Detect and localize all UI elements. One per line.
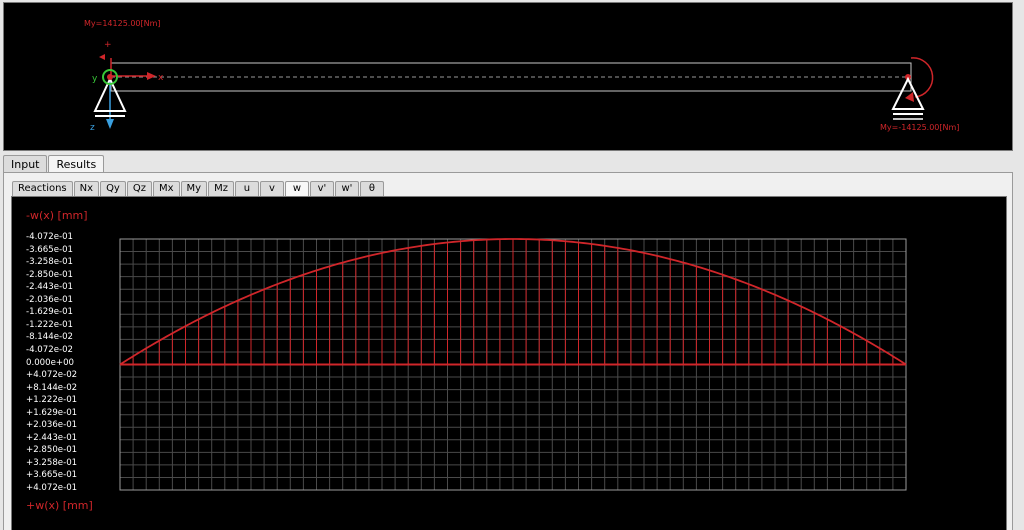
result-tab[interactable]: v <box>259 181 284 196</box>
y-axis-label: y <box>92 74 98 84</box>
x-axis-label: x <box>158 73 164 83</box>
results-panel: Reactions Nx Qy Qz Mx My Mz u v w v' w' θ -w(x) [mm]… <box>3 172 1013 530</box>
plus-sign-label: + <box>104 40 112 50</box>
right-moment-label: My=-14125.00[Nm] <box>880 123 959 132</box>
result-tab[interactable]: w' <box>334 181 359 196</box>
z-axis-label: z <box>90 123 95 133</box>
origin-dot-icon <box>107 74 113 80</box>
y-axis-label-bottom: +w(x) [mm] <box>26 499 93 512</box>
result-tab[interactable]: Qz <box>126 181 152 196</box>
moment-arrow-icon <box>99 54 105 60</box>
result-tab[interactable]: w <box>284 181 309 196</box>
beam-model-view[interactable]: My=14125.00[Nm] + x z y My=-14125.00[Nm] <box>3 2 1013 151</box>
result-tab[interactable]: My <box>180 181 208 196</box>
result-tab[interactable]: θ <box>359 181 384 196</box>
result-tab[interactable]: Reactions <box>12 181 73 196</box>
beam-model-drawing: My=14125.00[Nm] + x z y My=-14125.00[Nm] <box>84 19 959 133</box>
result-tab[interactable]: u <box>234 181 259 196</box>
result-tab[interactable]: v' <box>309 181 334 196</box>
result-type-tab-bar: Reactions Nx Qy Qz Mx My Mz u v w v' w' θ <box>12 181 385 196</box>
main-tab-bar: Input Results <box>3 155 105 174</box>
right-moment-arrow-icon <box>905 92 914 102</box>
app-window: My=14125.00[Nm] + x z y My=-14125.00[Nm]… <box>0 0 1024 530</box>
left-moment-label: My=14125.00[Nm] <box>84 19 161 28</box>
right-roller-support-icon <box>891 76 925 110</box>
result-tab[interactable]: Mz <box>208 181 234 196</box>
z-axis-arrow-icon <box>106 119 114 129</box>
result-tab[interactable]: Nx <box>73 181 100 196</box>
deflection-plot <box>119 238 907 491</box>
result-tab[interactable]: Mx <box>152 181 180 196</box>
x-axis-arrow-icon <box>147 72 156 80</box>
deflection-chart: -w(x) [mm] -4.072e-01 -3.665e-01 -3.258e-0… <box>11 196 1007 530</box>
tab-input[interactable]: Input <box>3 155 48 173</box>
result-tab[interactable]: Qy <box>100 181 126 196</box>
